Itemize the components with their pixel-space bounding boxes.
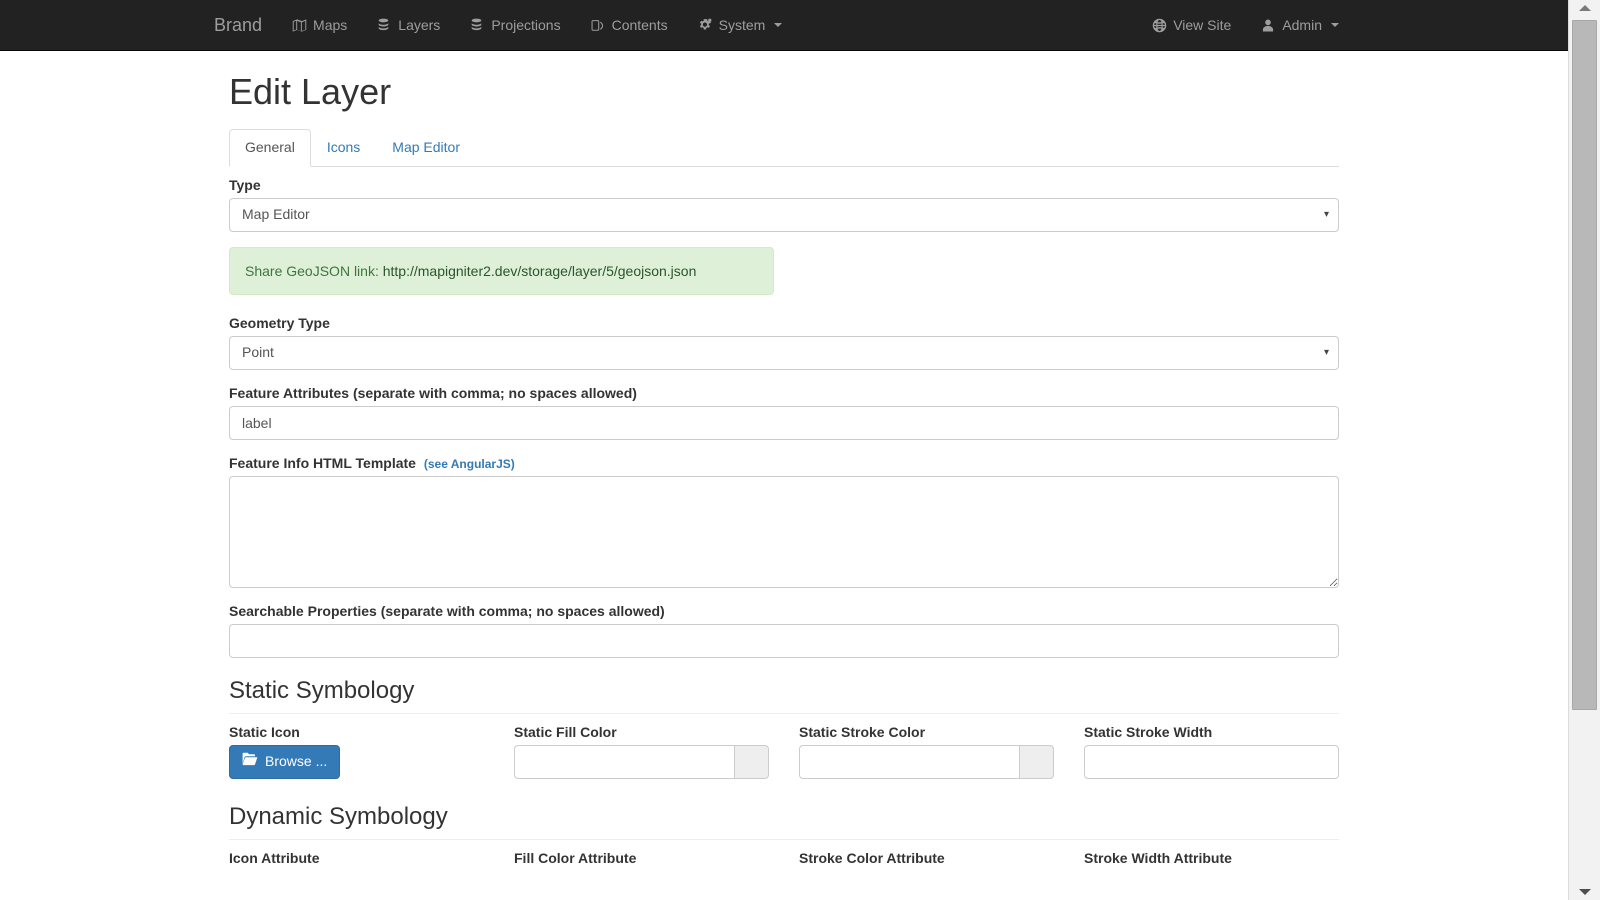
stroke-color-attribute-field-group: Stroke Color Attribute — [784, 850, 1069, 871]
feature-info-template-label-text: Feature Info HTML Template — [229, 455, 416, 471]
feature-attributes-label: Feature Attributes (separate with comma;… — [229, 385, 1339, 401]
nav-item-contents[interactable]: Contents — [576, 0, 683, 50]
tab-general-link[interactable]: General — [229, 129, 311, 167]
geojson-alert-prefix: Share GeoJSON link: — [245, 263, 379, 279]
folder-open-icon — [242, 752, 258, 772]
layers-icon — [377, 18, 392, 33]
icon-attribute-label: Icon Attribute — [229, 850, 484, 866]
brand-link[interactable]: Brand — [214, 0, 277, 50]
static-stroke-color-label: Static Stroke Color — [799, 724, 1054, 740]
icon-attribute-field-group: Icon Attribute — [214, 850, 499, 871]
static-icon-field-group: Static Icon Browse ... — [214, 724, 499, 779]
static-fill-color-field-group: Static Fill Color — [499, 724, 784, 779]
nav-item-system[interactable]: System — [683, 0, 798, 50]
tab-icons[interactable]: Icons — [311, 129, 376, 167]
feature-info-template-label: Feature Info HTML Template (see AngularJ… — [229, 455, 1339, 471]
chevron-down-icon — [774, 23, 782, 27]
map-icon — [292, 18, 307, 33]
geometry-type-field-group: Geometry Type Point ▾ — [229, 315, 1339, 370]
type-select[interactable]: Map Editor — [229, 198, 1339, 232]
feature-info-template-field-group: Feature Info HTML Template (see AngularJ… — [229, 455, 1339, 588]
nav-label: View Site — [1173, 0, 1231, 50]
browse-button-label: Browse ... — [265, 752, 327, 772]
static-fill-color-label: Static Fill Color — [514, 724, 769, 740]
geojson-share-alert: Share GeoJSON link: http://mapigniter2.d… — [229, 247, 774, 295]
nav-label: Contents — [612, 0, 668, 50]
searchable-properties-label: Searchable Properties (separate with com… — [229, 603, 1339, 619]
static-fill-color-swatch[interactable] — [734, 745, 769, 779]
scrollbar-thumb[interactable] — [1572, 20, 1597, 710]
static-stroke-width-label: Static Stroke Width — [1084, 724, 1339, 740]
fill-color-attribute-field-group: Fill Color Attribute — [499, 850, 784, 871]
nav-label: Layers — [398, 0, 440, 50]
searchable-properties-field-group: Searchable Properties (separate with com… — [229, 603, 1339, 658]
browse-button[interactable]: Browse ... — [229, 745, 340, 779]
chevron-up-icon — [1579, 5, 1591, 11]
stroke-width-attribute-field-group: Stroke Width Attribute — [1069, 850, 1354, 871]
main-container: Edit Layer General Icons Map Editor Type… — [214, 72, 1354, 871]
nav-item-admin[interactable]: Admin — [1246, 0, 1354, 50]
tab-map-editor[interactable]: Map Editor — [376, 129, 476, 167]
feature-attributes-input[interactable] — [229, 406, 1339, 440]
dynamic-symbology-row: Icon Attribute Fill Color Attribute Stro… — [214, 850, 1354, 871]
static-symbology-heading: Static Symbology — [229, 678, 1339, 714]
searchable-properties-input[interactable] — [229, 624, 1339, 658]
page-viewport: Brand Maps — [0, 0, 1568, 900]
static-stroke-color-swatch[interactable] — [1019, 745, 1054, 779]
angularjs-help-link[interactable]: (see AngularJS) — [424, 457, 515, 471]
chevron-down-icon — [1579, 889, 1591, 895]
fill-color-attribute-label: Fill Color Attribute — [514, 850, 769, 866]
nav-label: Admin — [1282, 0, 1322, 50]
nav-label: System — [719, 0, 766, 50]
type-label: Type — [229, 177, 1339, 193]
tab-general[interactable]: General — [229, 129, 311, 167]
feature-info-template-textarea[interactable] — [229, 476, 1339, 588]
nav-item-view-site[interactable]: View Site — [1137, 0, 1246, 50]
user-icon — [1261, 18, 1276, 33]
static-stroke-width-field-group: Static Stroke Width — [1069, 724, 1354, 779]
tab-icons-link[interactable]: Icons — [311, 129, 376, 167]
nav-item-projections[interactable]: Projections — [455, 0, 575, 50]
scrollbar-up-button[interactable] — [1569, 0, 1600, 16]
static-symbology-row: Static Icon Browse ... Static Fill Color — [214, 724, 1354, 779]
dynamic-symbology-heading: Dynamic Symbology — [229, 804, 1339, 840]
stroke-color-attribute-label: Stroke Color Attribute — [799, 850, 1054, 866]
static-stroke-width-input[interactable] — [1084, 745, 1339, 779]
nav-label: Maps — [313, 0, 347, 50]
static-fill-color-input[interactable] — [514, 745, 734, 779]
static-stroke-color-field-group: Static Stroke Color — [784, 724, 1069, 779]
stroke-width-attribute-label: Stroke Width Attribute — [1084, 850, 1339, 866]
contents-icon — [591, 18, 606, 33]
page-scrollbar[interactable] — [1568, 0, 1600, 900]
globe-icon — [1152, 18, 1167, 33]
nav-item-maps[interactable]: Maps — [277, 0, 362, 50]
feature-attributes-field-group: Feature Attributes (separate with comma;… — [229, 385, 1339, 440]
geometry-type-label: Geometry Type — [229, 315, 1339, 331]
top-navbar: Brand Maps — [0, 0, 1568, 51]
tab-map-editor-link[interactable]: Map Editor — [376, 129, 476, 167]
projections-icon — [470, 18, 485, 33]
nav-item-layers[interactable]: Layers — [362, 0, 455, 50]
page-title: Edit Layer — [229, 72, 1339, 112]
geometry-type-select[interactable]: Point — [229, 336, 1339, 370]
layer-tabs: General Icons Map Editor — [229, 132, 1339, 167]
static-stroke-color-input[interactable] — [799, 745, 1019, 779]
chevron-down-icon — [1331, 23, 1339, 27]
type-field-group: Type Map Editor ▾ — [229, 177, 1339, 232]
geojson-link[interactable]: http://mapigniter2.dev/storage/layer/5/g… — [383, 263, 697, 279]
nav-label: Projections — [491, 0, 560, 50]
gear-icon — [698, 18, 713, 33]
static-icon-label: Static Icon — [229, 724, 484, 740]
scrollbar-down-button[interactable] — [1569, 884, 1600, 900]
